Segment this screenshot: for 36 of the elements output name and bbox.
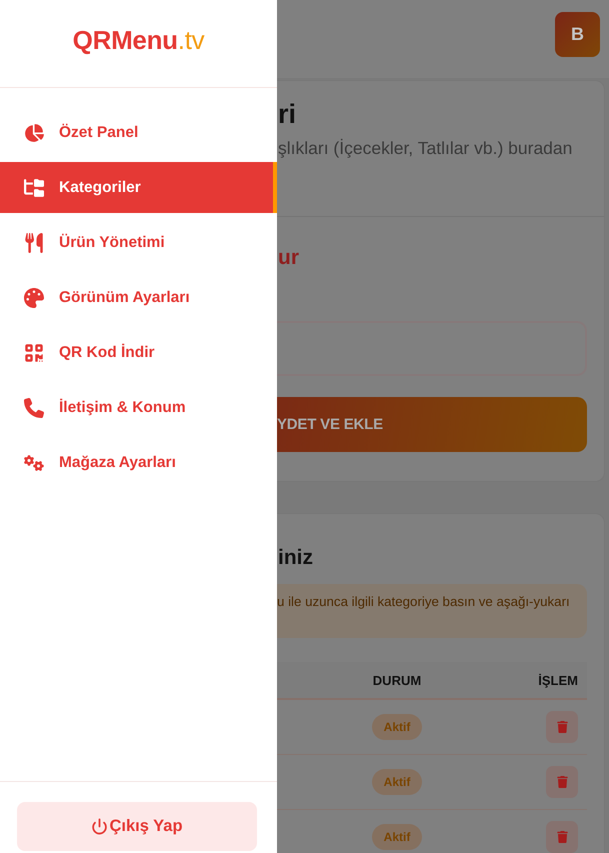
- sidebar-item[interactable]: İletişim & Konum: [0, 382, 277, 433]
- list-title: iniz: [278, 545, 314, 571]
- folder-tree-icon: [24, 178, 44, 198]
- trash-icon: [556, 776, 568, 788]
- power-icon: [91, 818, 108, 835]
- palette-icon: [24, 288, 44, 308]
- delete-button[interactable]: [546, 711, 578, 743]
- sidebar-item[interactable]: QR Kod İndir: [0, 327, 277, 378]
- page-subtitle: şlıkları (İçecekler, Tatlılar vb.) buradan: [278, 137, 574, 160]
- sidebar-item[interactable]: Mağaza Ayarları: [0, 437, 277, 488]
- form-title: ur: [278, 245, 300, 271]
- qr-code-icon: [24, 342, 44, 362]
- sidebar-item[interactable]: Görünüm Ayarları: [0, 272, 277, 323]
- user-avatar[interactable]: B: [555, 12, 600, 57]
- column-header: DURUM: [372, 672, 422, 688]
- save-button[interactable]: YDET VE EKLE: [277, 397, 587, 452]
- fork-knife-icon: [24, 232, 44, 252]
- trash-icon: [556, 831, 568, 843]
- status-badge: Aktif: [372, 714, 422, 740]
- hint-text: u ile uzunca ilgili kategoriye basın ve aşağı-yukarı: [277, 593, 571, 611]
- status-badge: Aktif: [372, 824, 422, 850]
- column-header: İŞLEM: [538, 672, 579, 688]
- trash-icon: [556, 721, 568, 733]
- sidebar-item[interactable]: Kategoriler: [0, 162, 277, 213]
- page-title: ri: [278, 98, 298, 131]
- input-field[interactable]: [277, 321, 587, 376]
- gears-icon: [24, 452, 44, 472]
- delete-button[interactable]: [546, 821, 578, 853]
- status-badge: Aktif: [372, 769, 422, 795]
- delete-button[interactable]: [546, 766, 578, 798]
- logo: QRMenu.tv: [72, 25, 204, 56]
- logout-button[interactable]: Çıkış Yap: [17, 802, 257, 851]
- sidebar-item[interactable]: Özet Panel: [0, 107, 277, 158]
- phone-icon: [24, 398, 44, 418]
- pie-chart-icon: [24, 122, 44, 142]
- sidebar-item[interactable]: Ürün Yönetimi: [0, 217, 277, 268]
